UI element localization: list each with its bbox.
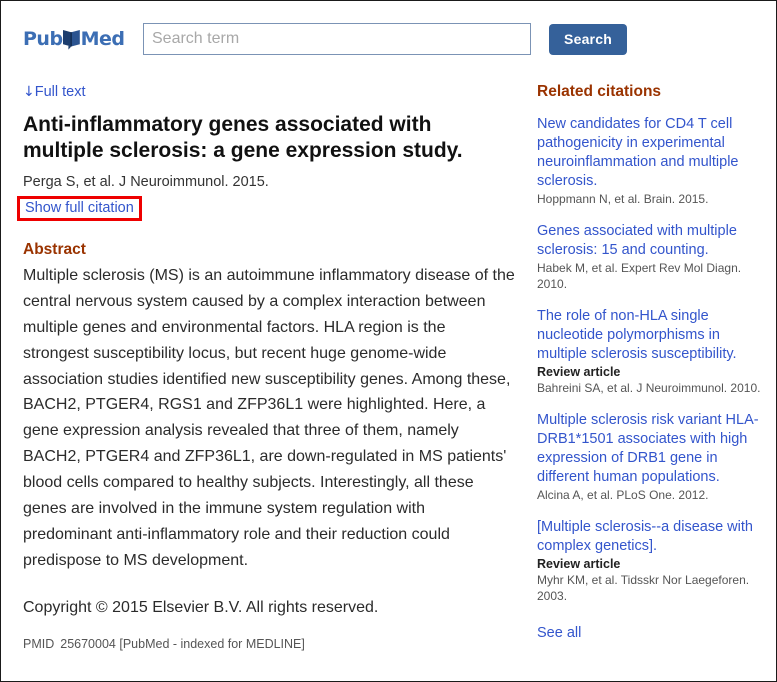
pmid-label: PMID <box>23 636 55 651</box>
status-badge: Review article <box>537 364 621 379</box>
show-full-citation-annotation: Show full citation <box>17 195 142 221</box>
pmid-line: PMID 25670004 [PubMed - indexed for MEDLI… <box>23 637 515 651</box>
abstract-heading: Abstract <box>23 240 86 258</box>
content-columns: ↓Full text Anti-inflammatory genes assoc… <box>1 69 776 681</box>
article-main-column: ↓Full text Anti-inflammatory genes assoc… <box>17 69 515 681</box>
arrow-down-icon: ↓ <box>23 84 35 100</box>
related-citations-heading: Related citations <box>537 83 662 100</box>
page-title: Anti-inflammatory genes associated with … <box>23 113 463 163</box>
list-item[interactable]: Multiple sclerosis risk variant HLA-DRB1… <box>537 411 762 504</box>
logo-text-med: Med <box>80 27 125 50</box>
copyright-text: Copyright © 2015 Elsevier B.V. All right… <box>23 598 379 616</box>
pubmed-article-page: Pub Med Search ↓Full text Anti-inflammat… <box>0 0 777 682</box>
citation-title[interactable]: Multiple sclerosis risk variant HLA-DRB1… <box>537 411 762 487</box>
citation-meta: Myhr KM, et al. Tidsskr Nor Laegeforen. … <box>537 573 750 603</box>
search-button[interactable]: Search <box>549 23 627 55</box>
citation-title[interactable]: Genes associated with multiple sclerosis… <box>537 222 762 260</box>
see-all-link[interactable]: See all <box>537 625 581 641</box>
citation-title[interactable]: New candidates for CD4 T cell pathogenic… <box>537 115 762 191</box>
list-item[interactable]: Genes associated with multiple sclerosis… <box>537 222 762 293</box>
jump-to-full-text-label: Full text <box>34 84 86 100</box>
abstract-text: Multiple sclerosis (MS) is an autoimmune… <box>23 266 515 569</box>
citation-meta: Hoppmann N, et al. Brain. 2015. <box>537 191 709 206</box>
citation-meta: Bahreini SA, et al. J Neuroimmunol. 2010… <box>537 380 761 395</box>
list-item[interactable]: The role of non-HLA single nucleotide po… <box>537 307 762 397</box>
pmid-status: [PubMed - indexed for MEDLINE] <box>119 636 305 651</box>
show-full-citation-link[interactable]: Show full citation <box>25 200 134 216</box>
citation-title[interactable]: The role of non-HLA single nucleotide po… <box>537 307 762 364</box>
citation-meta: Alcina A, et al. PLoS One. 2012. <box>537 487 709 502</box>
page-header: Pub Med Search <box>1 1 776 69</box>
article-citation: Perga S, et al. J Neuroimmunol. 2015. <box>23 173 269 190</box>
list-item[interactable]: [Multiple sclerosis--a disease with comp… <box>537 518 762 605</box>
citation-meta: Habek M, et al. Expert Rev Mol Diagn. 20… <box>537 260 742 291</box>
pubmed-book-icon <box>62 29 81 50</box>
search-input[interactable] <box>143 23 531 55</box>
logo-text-pub: Pub <box>23 27 63 50</box>
pubmed-logo[interactable]: Pub Med <box>23 27 125 50</box>
citation-title[interactable]: [Multiple sclerosis--a disease with comp… <box>537 518 762 556</box>
pmid-value: 25670004 <box>60 636 116 651</box>
status-badge: Review article <box>537 556 621 571</box>
list-item[interactable]: New candidates for CD4 T cell pathogenic… <box>537 115 762 208</box>
jump-to-full-text-link[interactable]: ↓Full text <box>23 84 86 100</box>
related-citations-sidebar: Related citations New candidates for CD4… <box>537 69 762 642</box>
